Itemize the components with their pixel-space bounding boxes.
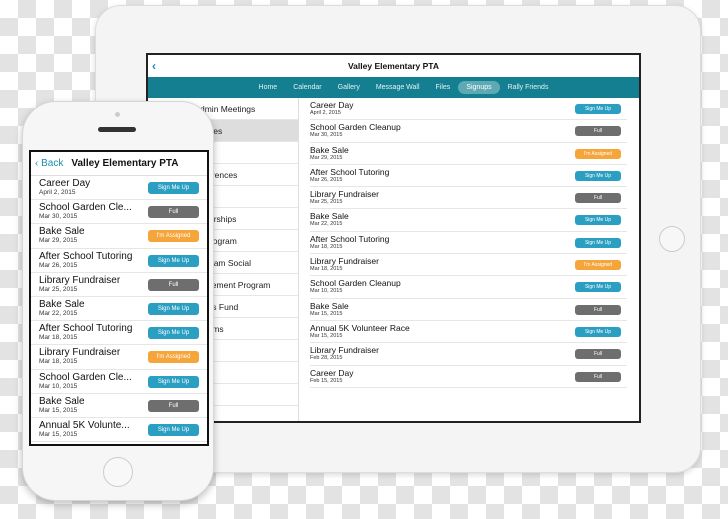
list-item: Career Day Feb 15, 2015 Full (310, 366, 627, 388)
tablet-header: ‹ Valley Elementary PTA (148, 55, 639, 77)
phone-screen: ‹ Back Valley Elementary PTA Career Day A… (29, 150, 209, 446)
list-item: Annual 5K Volunte... Mar 15, 2015 Sign Me … (31, 418, 207, 443)
tab-calendar[interactable]: Calendar (285, 81, 329, 94)
status-button[interactable]: I'm Assigned (575, 260, 621, 271)
status-button[interactable]: Full (575, 193, 621, 204)
signup-list: Career Day April 2, 2015 Sign Me Up School … (300, 98, 639, 421)
status-button[interactable]: I'm Assigned (575, 148, 621, 159)
list-item: After School Tutoring Mar 18, 2015 Sign Me… (310, 232, 627, 255)
page-title: Valley Elementary PTA (347, 61, 440, 71)
status-button[interactable]: Full (575, 304, 621, 315)
status-button[interactable]: Sign Me Up (575, 104, 621, 114)
list-item: After School Tutoring Mar 26, 2015 Sign Me… (310, 165, 627, 188)
tablet-home-button[interactable] (659, 226, 685, 252)
tab-files[interactable]: Files (428, 81, 459, 94)
tab-gallery[interactable]: Gallery (330, 81, 368, 94)
list-item: Annual 5K Volunteer Race Mar 15, 2015 Sign… (310, 321, 627, 344)
back-label: Back (41, 158, 64, 169)
tab-message-wall[interactable]: Message Wall (368, 81, 428, 94)
status-button[interactable]: Sign Me Up (575, 215, 621, 226)
status-button[interactable]: Sign Me Up (575, 326, 621, 337)
status-button[interactable]: Sign Me Up (148, 254, 199, 267)
list-item: Bake Sale Mar 22, 2015 Sign Me Up (310, 209, 627, 232)
list-item: Bake Sale Mar 29, 2015 I'm Assigned (310, 143, 627, 165)
status-button[interactable]: I'm Assigned (148, 230, 199, 243)
back-button[interactable]: ‹ Back (35, 158, 63, 169)
list-item: Bake Sale Mar 15, 2015 Full (31, 394, 207, 418)
list-item: School Garden Cleanup Mar 30, 2015 Full (310, 120, 627, 143)
list-item: School Garden Cle... Mar 30, 2015 Full (31, 200, 207, 225)
status-button[interactable]: Full (575, 349, 621, 360)
list-item: Library Fundraiser Mar 18, 2015 I'm Assign… (31, 345, 207, 370)
chevron-left-icon: ‹ (35, 158, 39, 169)
phone-home-button[interactable] (103, 457, 133, 487)
status-button[interactable]: Full (148, 278, 199, 291)
list-item: Library Fundraiser Mar 25, 2015 Full (31, 273, 207, 297)
signup-list: Career Day April 2, 2015 Sign Me Up School … (31, 176, 207, 443)
list-item: School Garden Cle... Mar 10, 2015 Sign Me … (31, 370, 207, 394)
status-button[interactable]: Sign Me Up (575, 170, 621, 181)
status-button[interactable]: Full (148, 206, 199, 219)
back-chevron-icon[interactable]: ‹ (152, 55, 156, 77)
list-item: Bake Sale Mar 22, 2015 Sign Me Up (31, 297, 207, 322)
status-button[interactable]: Sign Me Up (148, 375, 199, 388)
status-button[interactable]: Sign Me Up (148, 302, 199, 315)
list-item: Bake Sale Mar 29, 2015 I'm Assigned (31, 224, 207, 249)
list-item: Library Fundraiser Feb 28, 2015 Full (310, 343, 627, 366)
status-button[interactable]: Sign Me Up (148, 182, 199, 194)
list-item: Career Day April 2, 2015 Sign Me Up (310, 98, 627, 121)
status-button[interactable]: Full (575, 126, 621, 137)
status-button[interactable]: I'm Assigned (148, 351, 199, 364)
list-item: Library Fundraiser Mar 18, 2015 I'm Assign… (310, 254, 627, 277)
tab-home[interactable]: Home (251, 81, 286, 94)
phone-header: ‹ Back Valley Elementary PTA (31, 152, 207, 176)
speaker-icon (98, 127, 136, 132)
list-item: After School Tutoring Mar 18, 2015 Sign Me… (31, 321, 207, 346)
tab-signups[interactable]: Signups (458, 81, 500, 94)
status-button[interactable]: Full (575, 371, 621, 382)
status-button[interactable]: Sign Me Up (148, 423, 199, 436)
list-item: School Garden Cleanup Mar 10, 2015 Sign Me… (310, 276, 627, 299)
status-button[interactable]: Sign Me Up (575, 282, 621, 293)
phone-device: ‹ Back Valley Elementary PTA Career Day A… (22, 101, 214, 501)
list-item: Bake Sale Mar 15, 2015 Full (310, 299, 627, 321)
list-item: Library Fundraiser Mar 25, 2015 Full (310, 187, 627, 210)
tab-rally-friends[interactable]: Rally Friends (500, 81, 557, 94)
status-button[interactable]: Sign Me Up (575, 237, 621, 248)
tablet-screen: ‹ Valley Elementary PTA Home Calendar Gall… (146, 53, 641, 423)
list-item: Career Day April 2, 2015 Sign Me Up (31, 176, 207, 201)
status-button[interactable]: Sign Me Up (148, 327, 199, 340)
page-title: Valley Elementary PTA (71, 158, 179, 169)
camera-icon (115, 112, 120, 117)
nav-bar: Home Calendar Gallery Message Wall Files Sign… (148, 77, 639, 98)
status-button[interactable]: Full (148, 399, 199, 412)
list-item: After School Tutoring Mar 26, 2015 Sign Me… (31, 249, 207, 273)
